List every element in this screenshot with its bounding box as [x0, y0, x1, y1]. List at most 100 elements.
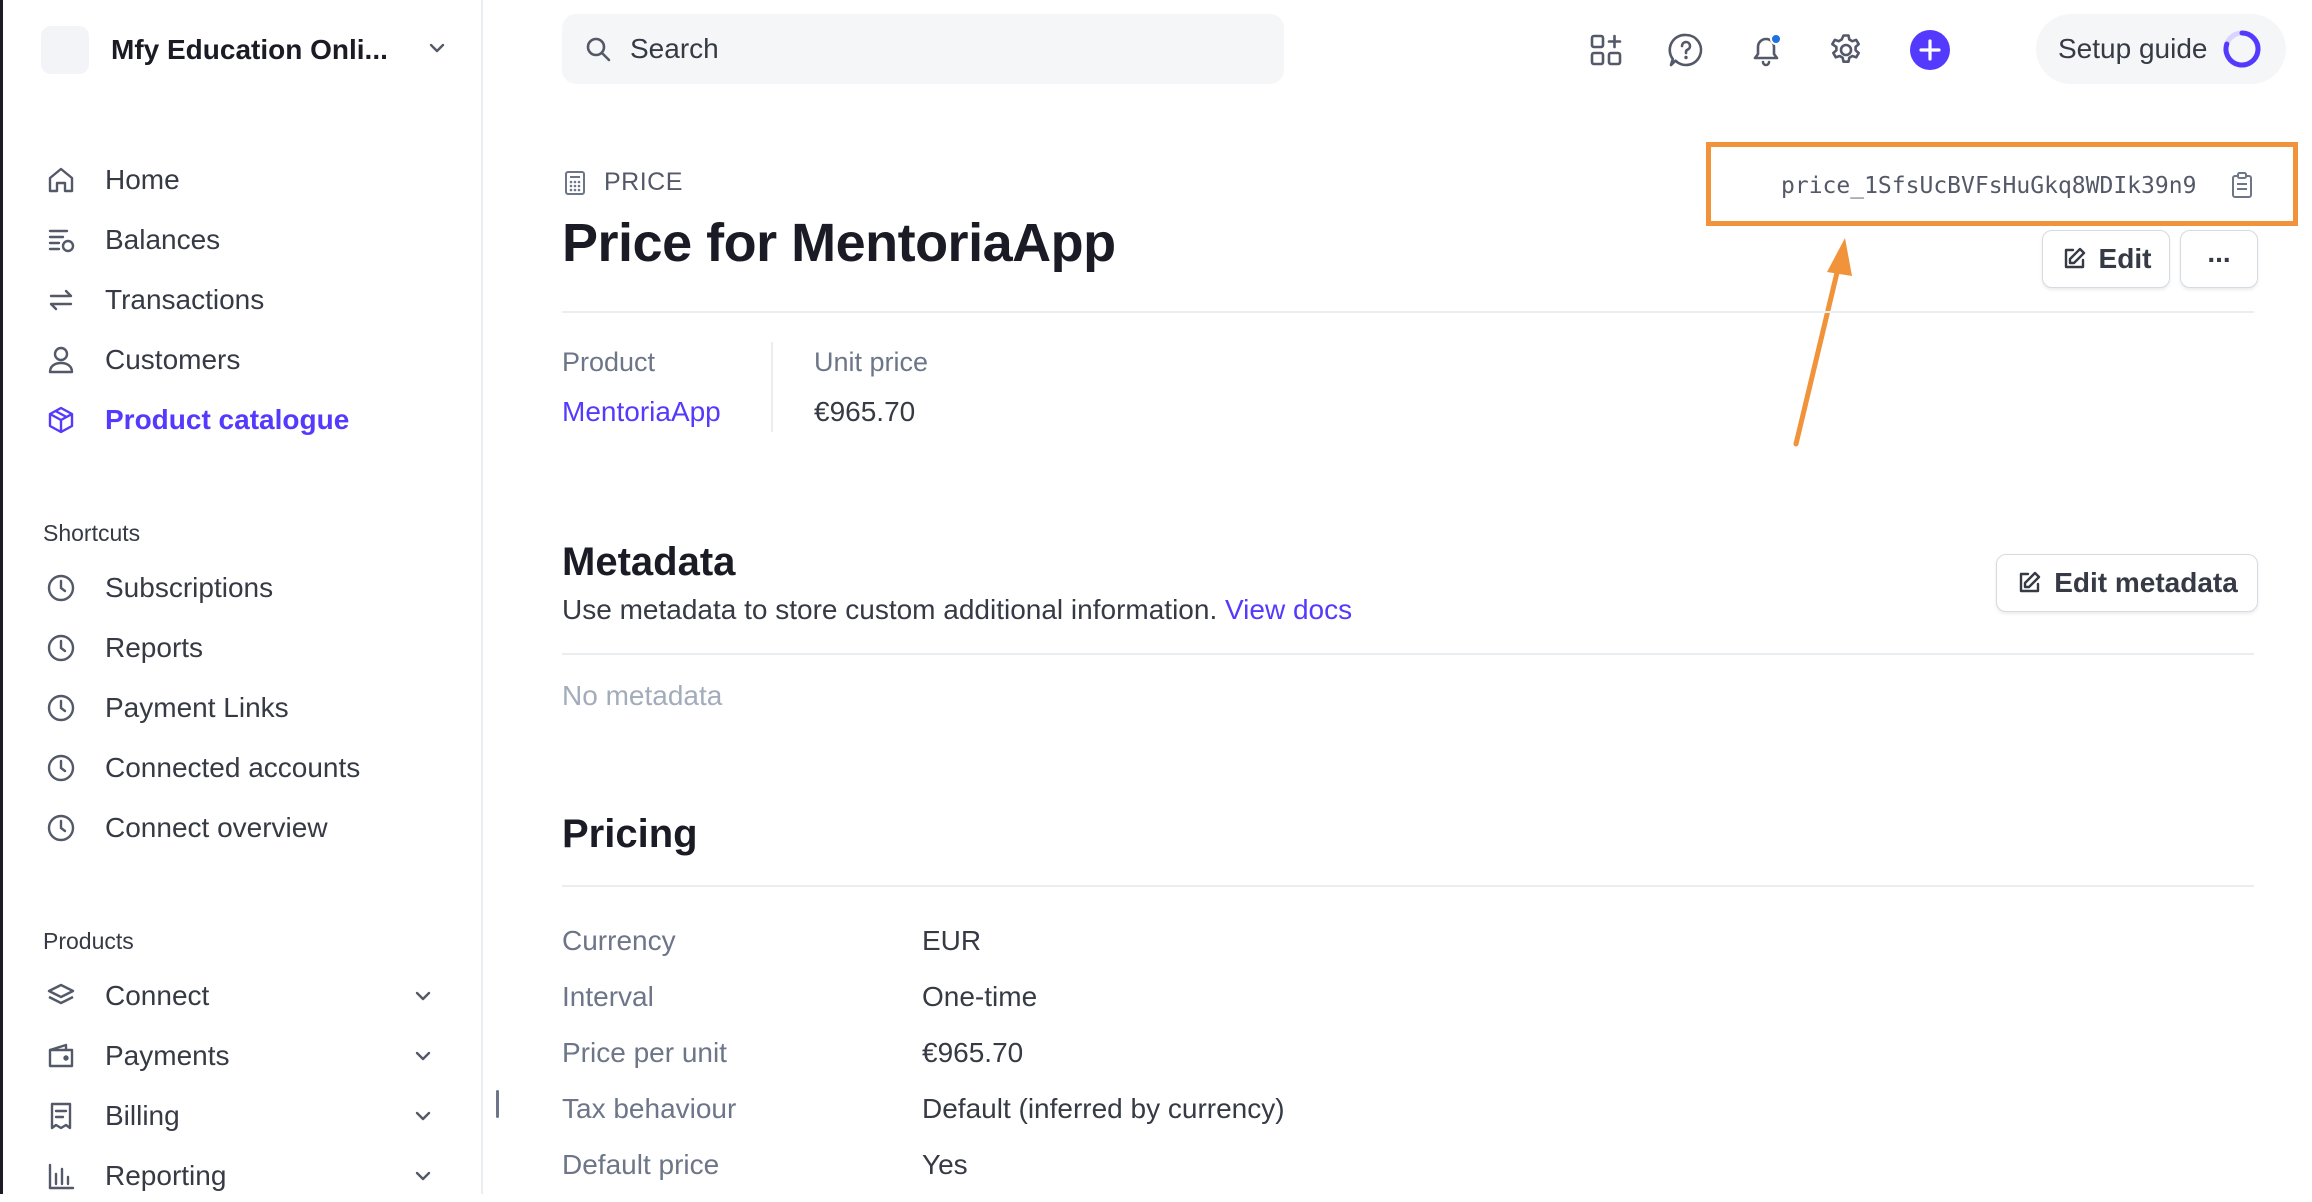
reporting-icon [43, 1158, 79, 1194]
currency-label: Currency [562, 925, 676, 956]
chevron-down-icon [427, 38, 447, 58]
sidebar-item-label: Billing [105, 1100, 180, 1131]
sidebar-item-connect[interactable]: Connect [43, 970, 443, 1022]
sidebar-item-product-catalogue[interactable]: Product catalogue [43, 394, 443, 446]
interval-value: One-time [922, 981, 1038, 1012]
sidebar-item-label: Transactions [105, 284, 265, 315]
sidebar-item-label: Reporting [105, 1160, 227, 1191]
metadata-description: Use metadata to store custom additional … [562, 594, 1352, 626]
clock-icon [43, 810, 79, 846]
connect-icon [43, 978, 79, 1014]
product-link[interactable]: MentoriaApp [562, 396, 721, 428]
create-icon[interactable] [1908, 28, 1952, 72]
price-icon [564, 170, 586, 196]
unit-price-value: €965.70 [814, 396, 916, 427]
copy-icon[interactable] [2231, 171, 2253, 199]
notifications-icon[interactable] [1744, 28, 1788, 72]
metadata-description-text: Use metadata to store custom additional … [562, 594, 1218, 625]
metadata-title: Metadata [562, 540, 736, 584]
sidebar-item-home[interactable]: Home [43, 154, 443, 206]
shortcuts-heading: Shortcuts [43, 520, 141, 546]
setup-guide-button[interactable]: Setup guide [2036, 14, 2286, 84]
edit-icon [2016, 570, 2042, 596]
view-docs-link[interactable]: View docs [1225, 594, 1352, 625]
edit-metadata-label: Edit metadata [2054, 567, 2238, 598]
currency-value: EUR [922, 925, 982, 956]
sidebar-item-label: Payment Links [105, 692, 289, 723]
tax-behaviour-label: Tax behaviour [562, 1093, 737, 1124]
home-icon [43, 162, 79, 198]
sidebar-resize-handle[interactable] [496, 1090, 499, 1118]
sidebar-item-transactions[interactable]: Transactions [43, 274, 443, 326]
default-price-label: Default price [562, 1149, 720, 1180]
chevron-down-icon [413, 1106, 433, 1126]
sidebar: Mfy Education Onli... Home Balances Tran… [3, 0, 483, 1194]
sidebar-item-label: Reports [105, 632, 204, 663]
apps-icon[interactable] [1584, 28, 1628, 72]
pricing-divider [562, 885, 2254, 887]
help-icon[interactable] [1664, 28, 1708, 72]
account-logo [41, 26, 89, 74]
sidebar-item-connect-overview[interactable]: Connect overview [43, 802, 443, 854]
account-name: Mfy Education Onli... [111, 34, 388, 65]
default-price-value: Yes [922, 1149, 968, 1180]
sidebar-item-label: Connect overview [105, 812, 328, 843]
clock-icon [43, 630, 79, 666]
payments-icon [43, 1038, 79, 1074]
edit-icon [2061, 246, 2087, 272]
sidebar-item-label: Subscriptions [105, 572, 274, 603]
search-bar[interactable] [562, 14, 1284, 84]
sidebar-item-balances[interactable]: Balances [43, 214, 443, 266]
interval-label: Interval [562, 981, 654, 1012]
price-per-unit-label: Price per unit [562, 1037, 727, 1068]
breadcrumb-label: PRICE [604, 168, 683, 196]
chevron-down-icon [413, 986, 433, 1006]
header-divider [562, 311, 2254, 313]
sidebar-item-payments[interactable]: Payments [43, 1030, 443, 1082]
search-input[interactable] [628, 32, 1232, 66]
sidebar-item-reporting[interactable]: Reporting [43, 1150, 443, 1202]
sidebar-item-label: Home [105, 164, 180, 195]
more-actions-button[interactable]: ... [2180, 230, 2258, 288]
more-icon: ... [2207, 237, 2231, 268]
page-title: Price for MentoriaApp [562, 213, 1116, 273]
sidebar-item-subscriptions[interactable]: Subscriptions [43, 562, 443, 614]
price-id-highlight: price_1SfsUcBVFsHuGkq8WDIk39n9 [1706, 142, 2298, 226]
account-switcher[interactable]: Mfy Education Onli... [41, 24, 451, 76]
edit-button[interactable]: Edit [2042, 230, 2170, 288]
search-icon [584, 35, 612, 63]
edit-metadata-button[interactable]: Edit metadata [1996, 554, 2258, 612]
breadcrumb: PRICE [564, 168, 683, 197]
sidebar-item-payment-links[interactable]: Payment Links [43, 682, 443, 734]
sidebar-item-label: Customers [105, 344, 241, 375]
balances-icon [43, 222, 79, 258]
sidebar-item-customers[interactable]: Customers [43, 334, 443, 386]
progress-ring-icon [2222, 29, 2262, 69]
setup-guide-label: Setup guide [2058, 33, 2208, 64]
sidebar-item-label: Product catalogue [105, 404, 350, 435]
clock-icon [43, 690, 79, 726]
chevron-down-icon [413, 1166, 433, 1186]
chevron-down-icon [413, 1046, 433, 1066]
sidebar-item-label: Balances [105, 224, 221, 255]
settings-icon[interactable] [1824, 28, 1868, 72]
no-metadata-text: No metadata [562, 680, 723, 711]
products-heading: Products [43, 928, 134, 954]
summary-divider [771, 342, 773, 432]
clock-icon [43, 750, 79, 786]
customers-icon [43, 342, 79, 378]
clock-icon [43, 570, 79, 606]
tax-behaviour-value: Default (inferred by currency) [922, 1093, 1285, 1124]
product-label: Product [562, 347, 656, 377]
annotation-arrow [1793, 238, 1852, 447]
sidebar-item-reports[interactable]: Reports [43, 622, 443, 674]
sidebar-item-connected-accounts[interactable]: Connected accounts [43, 742, 443, 794]
transactions-icon [43, 282, 79, 318]
pricing-title: Pricing [562, 812, 698, 856]
edit-label: Edit [2098, 243, 2152, 274]
price-id[interactable]: price_1SfsUcBVFsHuGkq8WDIk39n9 [1781, 173, 2196, 199]
sidebar-item-label: Connected accounts [105, 752, 361, 783]
price-per-unit-value: €965.70 [922, 1037, 1024, 1068]
billing-icon [43, 1098, 79, 1134]
sidebar-item-billing[interactable]: Billing [43, 1090, 443, 1142]
